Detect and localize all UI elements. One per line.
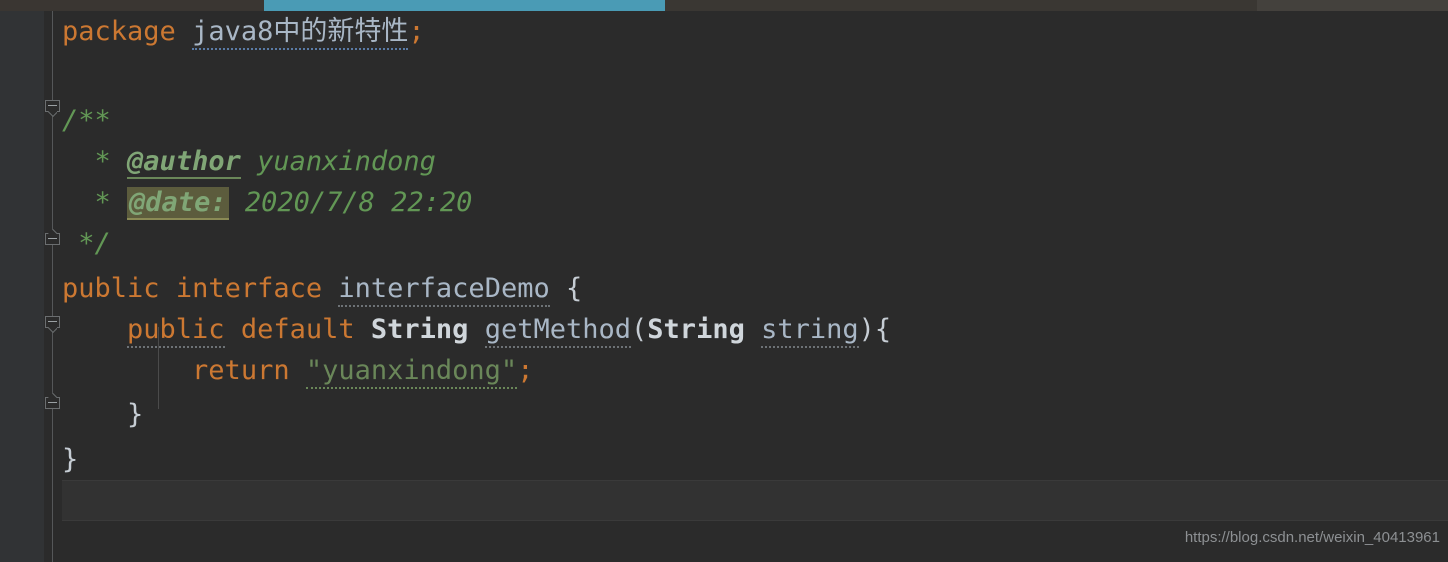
token-return-keyword: return [192,355,290,386]
token-method-public-keyword: public [127,314,225,348]
code-line-interface-close[interactable]: } [62,439,78,480]
active-tab-indicator[interactable] [264,0,665,11]
token-method-close-brace: } [127,399,144,430]
current-line-highlight [62,480,1448,521]
code-line-javadoc-author[interactable]: * @author yuanxindong [62,141,436,182]
token-param-type: String [647,314,745,345]
fold-box [45,233,60,245]
fold-marker-method-end[interactable] [44,392,61,409]
token-paren-open: ( [631,314,648,345]
minus-icon [48,105,57,106]
code-line-javadoc-date[interactable]: * @date: 2020/7/8 22:20 [62,182,472,223]
code-line-method-signature[interactable]: public default String getMethod(String s… [62,309,891,350]
fold-marker-javadoc-start[interactable] [44,100,61,117]
fold-tip [48,392,57,398]
code-line-package[interactable]: package java8中的新特性; [62,11,425,52]
tab-bar-left-segment [0,0,264,11]
fold-tip [48,228,57,234]
minus-icon [48,321,57,322]
token-package-keyword: package [62,16,176,47]
token-javadoc-tag-author: @author [127,146,241,179]
token-open-brace: { [565,273,583,304]
editor-tab-bar[interactable] [0,0,1448,11]
fold-tip [48,111,57,117]
token-interface-keyword: interface [175,273,323,304]
token-javadoc-tag-date: @date: [127,187,229,220]
token-paren-close: ) [858,314,875,345]
fold-marker-javadoc-end[interactable] [44,228,61,245]
token-method-name: getMethod [484,314,632,348]
fold-tip [48,327,57,333]
code-editor[interactable]: package java8中的新特性; /** * @author yuanxi… [62,11,1448,562]
watermark-url: https://blog.csdn.net/weixin_40413961 [1184,529,1440,546]
code-line-return[interactable]: return "yuanxindong"; [62,350,533,391]
tab-bar-far-edge [1257,0,1448,11]
token-interface-name: interfaceDemo [338,273,550,307]
code-line-javadoc-close[interactable]: */ [62,223,111,264]
token-public-keyword: public [62,273,160,304]
token-return-string: "yuanxindong" [305,355,518,389]
token-method-open-brace: { [874,314,892,345]
gutter-fold-strip[interactable] [44,11,62,562]
token-javadoc-author-value: yuanxindong [257,146,436,177]
ide-window: package java8中的新特性; /** * @author yuanxi… [0,0,1448,562]
fold-marker-method-start[interactable] [44,316,61,333]
token-return-semicolon: ; [517,355,534,386]
token-javadoc-star: * [94,187,111,218]
fold-box [45,397,60,409]
code-line-method-close[interactable]: } [62,394,143,435]
token-package-semicolon: ; [408,16,425,47]
code-line-javadoc-open[interactable]: /** [62,100,111,141]
token-javadoc-open: /** [62,105,111,136]
token-package-name: java8中的新特性 [192,16,409,50]
token-default-keyword: default [240,314,355,345]
token-return-type: String [370,314,469,345]
editor-gutter[interactable] [0,11,44,562]
minus-icon [48,238,57,239]
token-javadoc-star: * [94,146,111,177]
fold-rail [52,11,53,562]
minus-icon [48,402,57,403]
code-line-interface-declaration[interactable]: public interface interfaceDemo { [62,268,582,309]
token-param-name: string [761,314,859,348]
token-javadoc-date-value: 2020/7/8 22:20 [244,187,473,218]
tab-bar-right-segment [665,0,1257,11]
token-interface-close-brace: } [62,444,79,475]
token-javadoc-close: */ [78,228,111,259]
